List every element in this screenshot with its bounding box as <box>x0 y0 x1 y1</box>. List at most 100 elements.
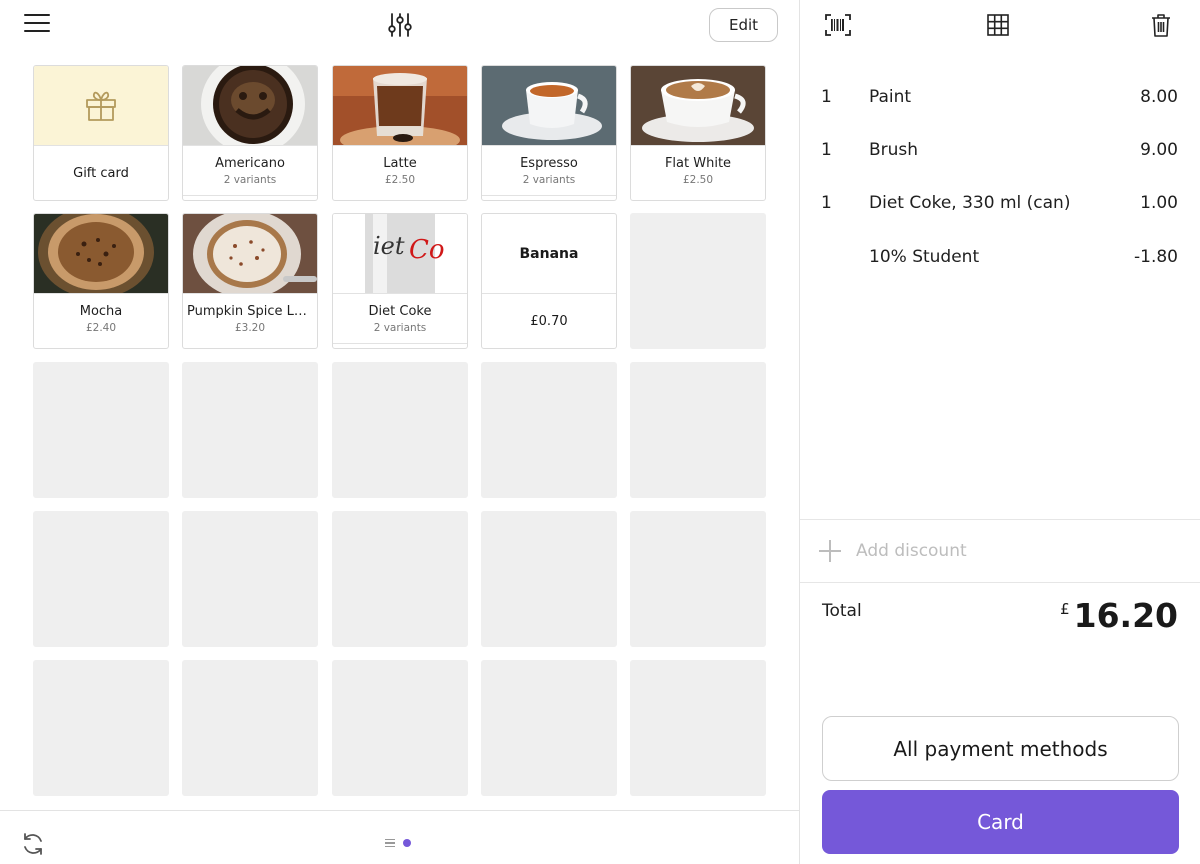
grid-icon[interactable] <box>985 12 1013 38</box>
product-label: Flat White £2.50 <box>631 145 765 200</box>
diet-coke-photo: iet Co <box>333 214 467 293</box>
product-variants: 2 variants <box>522 174 576 186</box>
product-label: Pumpkin Spice La... £3.20 <box>183 293 317 348</box>
svg-text:Co: Co <box>409 235 445 265</box>
empty-tile[interactable] <box>630 511 766 647</box>
sync-icon[interactable] <box>20 831 46 857</box>
product-tile-espresso[interactable]: Espresso 2 variants <box>481 65 617 201</box>
add-discount-label: Add discount <box>856 541 967 561</box>
product-price: £3.20 <box>234 322 266 334</box>
edit-button[interactable]: Edit <box>709 8 778 42</box>
product-name: Americano <box>215 156 285 171</box>
product-variants: 2 variants <box>223 174 277 186</box>
product-name: Latte <box>383 156 417 171</box>
empty-tile[interactable] <box>332 362 468 498</box>
line-price: 1.00 <box>1140 193 1178 213</box>
line-qty: 1 <box>821 140 832 160</box>
trash-icon[interactable] <box>1148 12 1176 38</box>
line-item: Diet Coke, 330 ml (can) <box>869 193 1071 213</box>
product-tile-flat-white[interactable]: Flat White £2.50 <box>630 65 766 201</box>
line-price: -1.80 <box>1134 247 1178 267</box>
page-dot-active[interactable] <box>403 839 411 847</box>
product-label: Mocha £2.40 <box>34 293 168 348</box>
product-variants: 2 variants <box>373 322 427 334</box>
line-item: Brush <box>869 140 919 160</box>
barcode-icon[interactable] <box>824 12 852 38</box>
pumpkin-spice-photo <box>183 214 317 293</box>
product-tile-banana[interactable]: Banana £0.70 <box>481 213 617 349</box>
svg-text:iet: iet <box>373 232 405 260</box>
line-price: 9.00 <box>1140 140 1178 160</box>
line-item: Paint <box>869 87 912 107</box>
order-line[interactable]: 1 Brush 9.00 <box>800 136 1200 166</box>
all-payment-methods-button[interactable]: All payment methods <box>822 716 1179 781</box>
menu-icon[interactable] <box>24 14 50 34</box>
empty-tile[interactable] <box>182 362 318 498</box>
mocha-photo <box>34 214 168 293</box>
product-price: £2.50 <box>384 174 416 186</box>
product-label: Diet Coke 2 variants <box>333 293 467 348</box>
empty-tile[interactable] <box>332 511 468 647</box>
empty-tile[interactable] <box>630 660 766 796</box>
product-tile-diet-coke[interactable]: iet Co Diet Coke 2 variants <box>332 213 468 349</box>
bottom-bar <box>0 810 800 864</box>
product-price: £2.50 <box>682 174 714 186</box>
empty-tile[interactable] <box>182 511 318 647</box>
americano-photo <box>183 66 317 145</box>
product-label: Latte £2.50 <box>333 145 467 200</box>
product-tile-gift-card[interactable]: Gift card <box>33 65 169 201</box>
espresso-photo <box>482 66 616 145</box>
empty-tile[interactable] <box>182 660 318 796</box>
total-label: Total <box>822 601 862 621</box>
product-tile-pumpkin-spice-latte[interactable]: Pumpkin Spice La... £3.20 <box>182 213 318 349</box>
product-tile-latte[interactable]: Latte £2.50 <box>332 65 468 201</box>
top-toolbar: Edit <box>0 0 800 50</box>
product-price: £0.70 <box>482 293 616 348</box>
empty-tile[interactable] <box>33 511 169 647</box>
product-name: Diet Coke <box>368 304 432 319</box>
line-item: 10% Student <box>869 247 980 267</box>
page-indicator <box>385 839 411 847</box>
gift-icon <box>86 91 116 121</box>
product-name: Banana <box>519 245 579 262</box>
order-line[interactable]: 1 Paint 8.00 <box>800 83 1200 113</box>
add-discount-button[interactable]: Add discount <box>800 519 1200 583</box>
plus-icon <box>819 540 841 562</box>
discount-line[interactable]: 10% Student -1.80 <box>800 243 1200 273</box>
product-name: Espresso <box>520 156 578 171</box>
product-name: Gift card <box>34 145 168 200</box>
line-price: 8.00 <box>1140 87 1178 107</box>
empty-tile[interactable] <box>33 660 169 796</box>
filter-sliders-icon[interactable] <box>386 10 414 40</box>
line-qty: 1 <box>821 87 832 107</box>
card-payment-button[interactable]: Card <box>822 790 1179 854</box>
empty-tile[interactable] <box>33 362 169 498</box>
pos-app: Edit Gift card Americano 2 variants Latt… <box>0 0 1200 864</box>
product-tile-americano[interactable]: Americano 2 variants <box>182 65 318 201</box>
line-qty: 1 <box>821 193 832 213</box>
empty-tile[interactable] <box>630 213 766 349</box>
flat-white-photo <box>631 66 765 145</box>
empty-tile[interactable] <box>481 362 617 498</box>
latte-photo <box>333 66 467 145</box>
product-name: Flat White <box>664 156 732 171</box>
order-line[interactable]: 1 Diet Coke, 330 ml (can) 1.00 <box>800 189 1200 219</box>
product-tile-mocha[interactable]: Mocha £2.40 <box>33 213 169 349</box>
empty-tile[interactable] <box>630 362 766 498</box>
gift-tile-background <box>34 66 168 145</box>
product-name: Pumpkin Spice La... <box>187 304 315 319</box>
order-toolbar <box>800 0 1200 50</box>
total-value: £ 16.20 <box>1060 596 1178 635</box>
empty-tile[interactable] <box>481 511 617 647</box>
empty-tile[interactable] <box>332 660 468 796</box>
product-label: Americano 2 variants <box>183 145 317 200</box>
product-label: Espresso 2 variants <box>482 145 616 200</box>
product-pane: Edit Gift card Americano 2 variants Latt… <box>0 0 800 864</box>
product-name: Mocha <box>79 304 123 319</box>
order-pane: 1 Paint 8.00 1 Brush 9.00 1 Diet Coke, 3… <box>800 0 1200 864</box>
total-amount: 16.20 <box>1073 596 1178 635</box>
list-page-icon[interactable] <box>385 839 395 847</box>
currency-symbol: £ <box>1060 600 1070 618</box>
empty-tile[interactable] <box>481 660 617 796</box>
product-price: £2.40 <box>85 322 117 334</box>
